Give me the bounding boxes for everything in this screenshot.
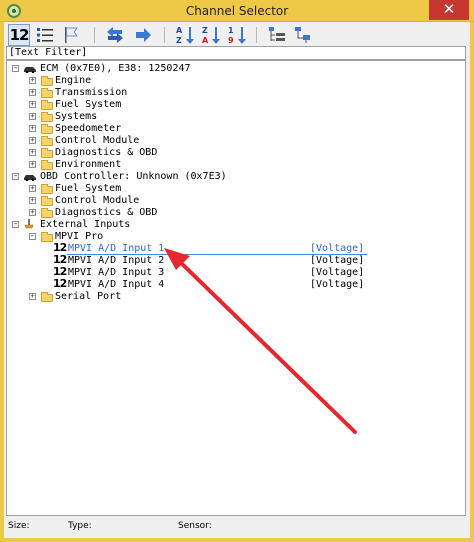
title-bar: Channel Selector ✕ bbox=[0, 0, 474, 22]
folder-icon bbox=[41, 208, 53, 218]
channel-unit: [Voltage] bbox=[310, 267, 365, 278]
toolbar-separator bbox=[164, 27, 165, 43]
folder-icon bbox=[41, 88, 53, 98]
svg-text:1: 1 bbox=[228, 26, 234, 35]
close-button[interactable]: ✕ bbox=[429, 0, 469, 20]
status-bar: Size: Type: Sensor: bbox=[6, 518, 466, 534]
tree-node-label: External Inputs bbox=[40, 219, 131, 230]
channel-unit: [Voltage] bbox=[310, 243, 365, 254]
text-filter-input[interactable]: [Text Filter] bbox=[6, 46, 466, 60]
folder-icon bbox=[41, 76, 53, 86]
folder-icon bbox=[41, 148, 53, 158]
flag-button[interactable] bbox=[60, 24, 82, 46]
toolbar: 12 A Z Z A 1 9 bbox=[6, 24, 466, 46]
expand-icon[interactable]: + bbox=[29, 185, 36, 192]
folder-icon bbox=[41, 292, 53, 302]
tree-node-label: Engine bbox=[55, 75, 92, 86]
folder-icon bbox=[41, 112, 53, 122]
expand-icon[interactable]: + bbox=[29, 101, 36, 108]
channel-row[interactable]: 12 MPVI A/D Input 4 [Voltage] bbox=[7, 277, 467, 291]
channel-tree: − ECM (0x7E0), E38: 1250247 + Engine + Tra… bbox=[6, 60, 466, 516]
tree-node-label: Environment bbox=[55, 159, 122, 170]
plug-icon bbox=[24, 219, 34, 229]
tree-node-label: Fuel System bbox=[55, 183, 122, 194]
svg-text:9: 9 bbox=[228, 36, 234, 45]
channel-row[interactable]: 12 MPVI A/D Input 2 [Voltage] bbox=[7, 254, 467, 267]
swap-arrows-icon bbox=[107, 27, 123, 43]
channel-row-selected[interactable]: 12 MPVI A/D Input 1 [Voltage] bbox=[7, 242, 467, 255]
window-title: Channel Selector bbox=[185, 4, 289, 18]
sort-az-icon: A Z bbox=[176, 26, 194, 45]
next-arrow-icon bbox=[136, 28, 151, 42]
svg-text:A: A bbox=[176, 26, 183, 35]
channel-unit: [Voltage] bbox=[310, 255, 365, 266]
tree-expand-button[interactable] bbox=[266, 24, 288, 46]
channel-label: MPVI A/D Input 4 bbox=[68, 279, 165, 290]
numeric-channel-icon: 12 bbox=[53, 277, 67, 290]
sort-az-button[interactable]: A Z bbox=[174, 24, 196, 46]
tree-collapse-icon bbox=[295, 27, 310, 43]
collapse-icon[interactable]: − bbox=[12, 65, 19, 72]
channel-label: MPVI A/D Input 2 bbox=[68, 255, 165, 266]
tree-node-label: Serial Port bbox=[55, 291, 122, 302]
expand-icon[interactable]: + bbox=[29, 77, 36, 84]
expand-icon[interactable]: + bbox=[29, 137, 36, 144]
tree-expand-icon bbox=[269, 27, 285, 41]
tree-node-label: Diagnostics & OBD bbox=[55, 147, 158, 158]
toolbar-separator bbox=[256, 27, 257, 43]
collapse-icon[interactable]: − bbox=[12, 173, 19, 180]
tree-node-label: Speedometer bbox=[55, 123, 122, 134]
sort-za-icon: Z A bbox=[202, 26, 220, 45]
toolbar-separator bbox=[94, 27, 95, 43]
channel-unit: [Voltage] bbox=[310, 279, 365, 290]
number-view-icon: 12 bbox=[9, 26, 30, 44]
expand-icon[interactable]: + bbox=[29, 197, 36, 204]
tree-node-label: OBD Controller: Unknown (0x7E3) bbox=[40, 171, 227, 182]
tree-node-label: Control Module bbox=[55, 135, 140, 146]
expand-icon[interactable]: + bbox=[29, 113, 36, 120]
tree-node-label: Control Module bbox=[55, 195, 140, 206]
tree-collapse-button[interactable] bbox=[292, 24, 314, 46]
folder-icon bbox=[41, 124, 53, 134]
swap-button[interactable] bbox=[104, 24, 126, 46]
collapse-icon[interactable]: − bbox=[29, 233, 36, 240]
list-view-button[interactable] bbox=[34, 24, 56, 46]
collapse-icon[interactable]: − bbox=[12, 221, 19, 228]
tree-node-label: Diagnostics & OBD bbox=[55, 207, 158, 218]
next-button[interactable] bbox=[132, 24, 154, 46]
status-sensor-label: Sensor: bbox=[178, 521, 212, 531]
folder-icon bbox=[41, 100, 53, 110]
tree-node-label: Transmission bbox=[55, 87, 128, 98]
expand-icon[interactable]: + bbox=[29, 293, 36, 300]
channel-label: MPVI A/D Input 1 bbox=[68, 243, 165, 254]
expand-icon[interactable]: + bbox=[29, 161, 36, 168]
folder-open-icon bbox=[41, 232, 53, 242]
number-view-button[interactable]: 12 bbox=[8, 24, 30, 46]
list-view-icon bbox=[37, 28, 53, 42]
svg-text:A: A bbox=[202, 36, 209, 45]
expand-icon[interactable]: + bbox=[29, 125, 36, 132]
folder-icon bbox=[41, 184, 53, 194]
folder-icon bbox=[41, 136, 53, 146]
flag-icon bbox=[65, 27, 78, 43]
expand-icon[interactable]: + bbox=[29, 149, 36, 156]
folder-icon bbox=[41, 196, 53, 206]
tree-node-label: Fuel System bbox=[55, 99, 122, 110]
sort-19-button[interactable]: 1 9 bbox=[226, 24, 248, 46]
expand-icon[interactable]: + bbox=[29, 209, 36, 216]
svg-text:Z: Z bbox=[176, 36, 182, 45]
svg-text:Z: Z bbox=[202, 26, 208, 35]
status-type-label: Type: bbox=[68, 521, 92, 531]
car-icon bbox=[24, 67, 36, 73]
tree-node-label: ECM (0x7E0), E38: 1250247 bbox=[40, 63, 191, 74]
expand-icon[interactable]: + bbox=[29, 89, 36, 96]
sort-19-icon: 1 9 bbox=[228, 26, 246, 45]
tree-node-label: Systems bbox=[55, 111, 98, 122]
channel-row[interactable]: 12 MPVI A/D Input 3 [Voltage] bbox=[7, 266, 467, 279]
folder-icon bbox=[41, 160, 53, 170]
channel-label: MPVI A/D Input 3 bbox=[68, 267, 165, 278]
car-icon bbox=[24, 175, 36, 181]
sort-za-button[interactable]: Z A bbox=[200, 24, 222, 46]
status-size-label: Size: bbox=[8, 521, 30, 531]
